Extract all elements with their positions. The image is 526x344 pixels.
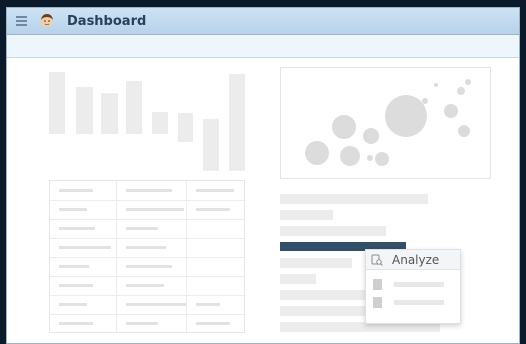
placeholder-text-line [280, 290, 370, 300]
menu-item-text-placeholder [394, 282, 444, 287]
title-bar: Dashboard [7, 8, 519, 35]
placeholder-bar [101, 93, 118, 134]
placeholder-bubble-chart [280, 67, 491, 179]
popup-menu-item[interactable] [373, 297, 455, 308]
placeholder-text-line [280, 226, 386, 236]
placeholder-text-line [280, 194, 428, 204]
toolbar [7, 35, 519, 58]
dashboard-window: Dashboard Analyze [6, 7, 520, 344]
menu-item-icon [373, 279, 382, 290]
dashboard-content: Analyze [7, 58, 519, 343]
menu-item-text-placeholder [394, 300, 444, 305]
user-avatar-icon[interactable] [39, 13, 55, 29]
placeholder-bar [152, 112, 168, 134]
analyze-search-icon [371, 254, 383, 266]
popup-menu-item[interactable] [373, 279, 455, 290]
window-title: Dashboard [67, 14, 147, 29]
analyze-label: Analyze [392, 253, 440, 267]
placeholder-table [49, 180, 245, 333]
placeholder-bar [178, 113, 193, 142]
placeholder-bar [229, 74, 245, 171]
placeholder-bar [76, 87, 93, 134]
placeholder-text-line [280, 210, 333, 220]
menu-item-icon [373, 297, 382, 308]
placeholder-bar [203, 119, 219, 171]
placeholder-bar [49, 72, 65, 134]
placeholder-text-line [280, 274, 316, 284]
analyze-popup[interactable]: Analyze [365, 249, 461, 324]
bubble-graphic [305, 79, 471, 166]
analyze-option[interactable]: Analyze [366, 250, 460, 270]
hamburger-menu-icon[interactable] [16, 16, 27, 26]
placeholder-bar [126, 81, 142, 134]
placeholder-text-line [280, 258, 352, 268]
